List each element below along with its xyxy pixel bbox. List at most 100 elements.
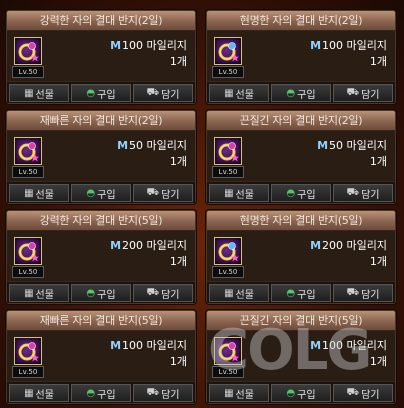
gift-label: 선물	[235, 189, 254, 201]
item-card: 재빠른 자의 결대 반지(5일) Lv.50 M100 마일리지 1개 ▦ 선물 …	[6, 310, 196, 404]
ring-icon[interactable]	[14, 137, 42, 165]
gift-button[interactable]: ▦ 선물	[9, 384, 69, 402]
buy-button[interactable]: ◓ 구입	[271, 184, 331, 202]
gift-label: 선물	[235, 389, 254, 401]
bag-icon: ◓	[286, 287, 296, 299]
ring-icon[interactable]	[14, 337, 42, 365]
price-value: 50 마일리지	[129, 139, 187, 152]
cart-icon: ⛟	[346, 86, 360, 98]
level-badge: Lv.50	[12, 266, 44, 278]
item-name: 끈질긴 자의 결대 반지(2일)	[207, 111, 395, 131]
gift-icon: ▦	[24, 87, 34, 99]
cart-button[interactable]: ⛟ 담기	[133, 284, 193, 302]
buy-button[interactable]: ◓ 구입	[271, 284, 331, 302]
quantity-label: 1개	[169, 155, 187, 168]
price-value: 100 마일리지	[322, 39, 387, 52]
action-bar: ▦ 선물 ◓ 구입 ⛟ 담기	[207, 181, 395, 203]
bag-icon: ◓	[86, 187, 96, 199]
price-label: M200 마일리지	[310, 237, 387, 253]
item-card: 강력한 자의 결대 반지(2일) Lv.50 M100 마일리지 1개 ▦ 선물 …	[6, 10, 196, 104]
action-bar: ▦ 선물 ◓ 구입 ⛟ 담기	[7, 281, 195, 303]
price-value: 50 마일리지	[329, 139, 387, 152]
quantity-label: 1개	[169, 355, 187, 368]
ring-icon[interactable]	[214, 137, 242, 165]
item-card: 끈질긴 자의 결대 반지(2일) Lv.50 M50 마일리지 1개 ▦ 선물 ◓…	[206, 110, 396, 204]
bag-icon: ◓	[86, 387, 96, 399]
ring-icon[interactable]	[214, 37, 242, 65]
buy-button[interactable]: ◓ 구입	[71, 184, 131, 202]
price-label: M100 마일리지	[310, 37, 387, 53]
item-name: 끈질긴 자의 결대 반지(5일)	[207, 311, 395, 331]
bag-icon: ◓	[286, 87, 296, 99]
price-value: 200 마일리지	[122, 239, 187, 252]
gift-button[interactable]: ▦ 선물	[9, 284, 69, 302]
gift-button[interactable]: ▦ 선물	[9, 184, 69, 202]
bag-icon: ◓	[286, 387, 296, 399]
item-name: 강력한 자의 결대 반지(5일)	[7, 211, 195, 231]
mileage-icon: M	[110, 239, 122, 252]
cart-button[interactable]: ⛟ 담기	[133, 384, 193, 402]
cart-button[interactable]: ⛟ 담기	[333, 84, 393, 102]
ring-icon[interactable]	[214, 337, 242, 365]
cart-label: 담기	[161, 289, 180, 301]
price-label: M100 마일리지	[110, 37, 187, 53]
buy-label: 구입	[297, 389, 316, 401]
gift-icon: ▦	[224, 287, 234, 299]
bag-icon: ◓	[86, 87, 96, 99]
ring-icon[interactable]	[214, 237, 242, 265]
gift-button[interactable]: ▦ 선물	[209, 284, 269, 302]
gift-button[interactable]: ▦ 선물	[209, 184, 269, 202]
buy-label: 구입	[297, 189, 316, 201]
bag-icon: ◓	[286, 187, 296, 199]
action-bar: ▦ 선물 ◓ 구입 ⛟ 담기	[207, 81, 395, 103]
gift-label: 선물	[35, 89, 54, 101]
mileage-icon: M	[110, 39, 122, 52]
price-value: 100 마일리지	[122, 339, 187, 352]
ring-icon[interactable]	[14, 237, 42, 265]
cart-button[interactable]: ⛟ 담기	[333, 384, 393, 402]
cart-icon: ⛟	[346, 186, 360, 198]
mileage-icon: M	[117, 139, 129, 152]
cart-button[interactable]: ⛟ 담기	[133, 84, 193, 102]
buy-button[interactable]: ◓ 구입	[271, 384, 331, 402]
cart-button[interactable]: ⛟ 담기	[333, 184, 393, 202]
quantity-label: 1개	[169, 255, 187, 268]
gift-label: 선물	[35, 189, 54, 201]
item-name: 재빠른 자의 결대 반지(2일)	[7, 111, 195, 131]
item-name: 강력한 자의 결대 반지(2일)	[7, 11, 195, 31]
ring-icon[interactable]	[14, 37, 42, 65]
gift-button[interactable]: ▦ 선물	[209, 384, 269, 402]
mileage-icon: M	[317, 139, 329, 152]
cart-button[interactable]: ⛟ 담기	[333, 284, 393, 302]
gift-button[interactable]: ▦ 선물	[9, 84, 69, 102]
cart-icon: ⛟	[346, 286, 360, 298]
cart-icon: ⛟	[146, 386, 160, 398]
cart-icon: ⛟	[146, 186, 160, 198]
bag-icon: ◓	[86, 287, 96, 299]
cart-label: 담기	[361, 289, 380, 301]
gift-button[interactable]: ▦ 선물	[209, 84, 269, 102]
gift-icon: ▦	[224, 87, 234, 99]
cart-label: 담기	[361, 89, 380, 101]
item-card: 재빠른 자의 결대 반지(2일) Lv.50 M50 마일리지 1개 ▦ 선물 ◓…	[6, 110, 196, 204]
quantity-label: 1개	[169, 55, 187, 68]
action-bar: ▦ 선물 ◓ 구입 ⛟ 담기	[7, 381, 195, 403]
price-value: 100 마일리지	[322, 339, 387, 352]
level-badge: Lv.50	[212, 266, 244, 278]
cart-button[interactable]: ⛟ 담기	[133, 184, 193, 202]
buy-button[interactable]: ◓ 구입	[271, 84, 331, 102]
cart-label: 담기	[161, 89, 180, 101]
action-bar: ▦ 선물 ◓ 구입 ⛟ 담기	[7, 81, 195, 103]
action-bar: ▦ 선물 ◓ 구입 ⛟ 담기	[207, 381, 395, 403]
gift-icon: ▦	[224, 387, 234, 399]
item-name: 현명한 자의 결대 반지(2일)	[207, 11, 395, 31]
level-badge: Lv.50	[12, 366, 44, 378]
level-badge: Lv.50	[12, 166, 44, 178]
buy-button[interactable]: ◓ 구입	[71, 84, 131, 102]
mileage-icon: M	[310, 239, 322, 252]
buy-label: 구입	[97, 389, 116, 401]
buy-button[interactable]: ◓ 구입	[71, 384, 131, 402]
mileage-icon: M	[110, 339, 122, 352]
buy-label: 구입	[297, 89, 316, 101]
buy-button[interactable]: ◓ 구입	[71, 284, 131, 302]
